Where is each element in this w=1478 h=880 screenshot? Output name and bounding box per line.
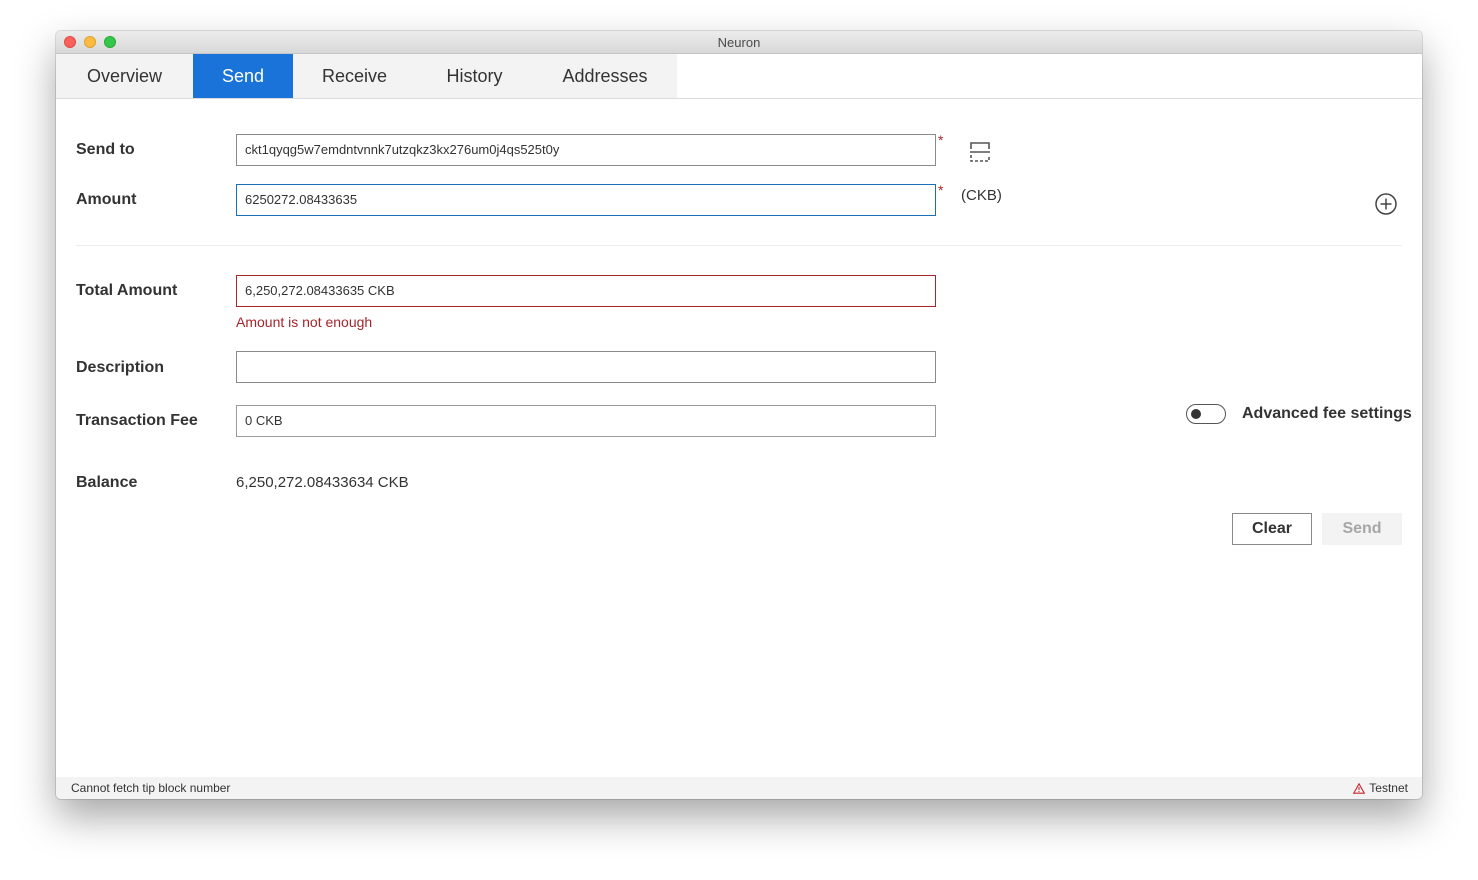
amount-required-mark: * [938, 182, 944, 198]
scan-icon[interactable] [969, 141, 991, 163]
network-name: Testnet [1369, 781, 1408, 795]
toggle-knob [1191, 409, 1201, 419]
send-to-label: Send to [76, 141, 135, 158]
section-divider [76, 245, 1402, 246]
nav-tab-bar: Overview Send Receive History Addresses [56, 54, 1422, 99]
sync-status-text: Cannot fetch tip block number [71, 781, 231, 795]
app-window: Neuron Overview Send Receive History Add… [56, 31, 1422, 799]
tab-send[interactable]: Send [193, 54, 293, 98]
tab-receive[interactable]: Receive [293, 54, 416, 98]
description-input[interactable] [236, 351, 936, 383]
total-amount-field: 6,250,272.08433635 CKB [236, 275, 936, 307]
add-circle-icon[interactable] [1374, 192, 1398, 216]
description-label: Description [76, 359, 165, 376]
transaction-fee-field: 0 CKB [236, 405, 936, 437]
send-to-required-mark: * [938, 132, 944, 148]
total-amount-error: Amount is not enough [236, 314, 373, 330]
tab-overview[interactable]: Overview [56, 54, 193, 98]
transaction-fee-label: Transaction Fee [76, 412, 198, 429]
amount-label: Amount [76, 191, 137, 208]
send-to-input[interactable]: ckt1qyqg5w7emdntvnnk7utzqkz3kx276um0j4qs… [236, 134, 936, 166]
total-amount-label: Total Amount [76, 282, 178, 299]
status-bar: Cannot fetch tip block number Testnet [56, 777, 1422, 799]
title-bar: Neuron [56, 31, 1422, 54]
send-button[interactable]: Send [1322, 513, 1402, 545]
clear-button[interactable]: Clear [1232, 513, 1312, 545]
advanced-fee-toggle[interactable] [1186, 404, 1226, 424]
advanced-fee-label: Advanced fee settings [1242, 405, 1412, 422]
warning-icon [1353, 783, 1366, 794]
amount-input[interactable]: 6250272.08433635 [236, 184, 936, 216]
amount-unit: (CKB) [961, 187, 1002, 204]
tab-history[interactable]: History [416, 54, 533, 98]
balance-value: 6,250,272.08433634 CKB [236, 474, 409, 491]
balance-label: Balance [76, 474, 138, 491]
window-title: Neuron [717, 35, 761, 50]
tab-addresses[interactable]: Addresses [533, 54, 677, 98]
network-status[interactable]: Testnet [1353, 781, 1408, 795]
